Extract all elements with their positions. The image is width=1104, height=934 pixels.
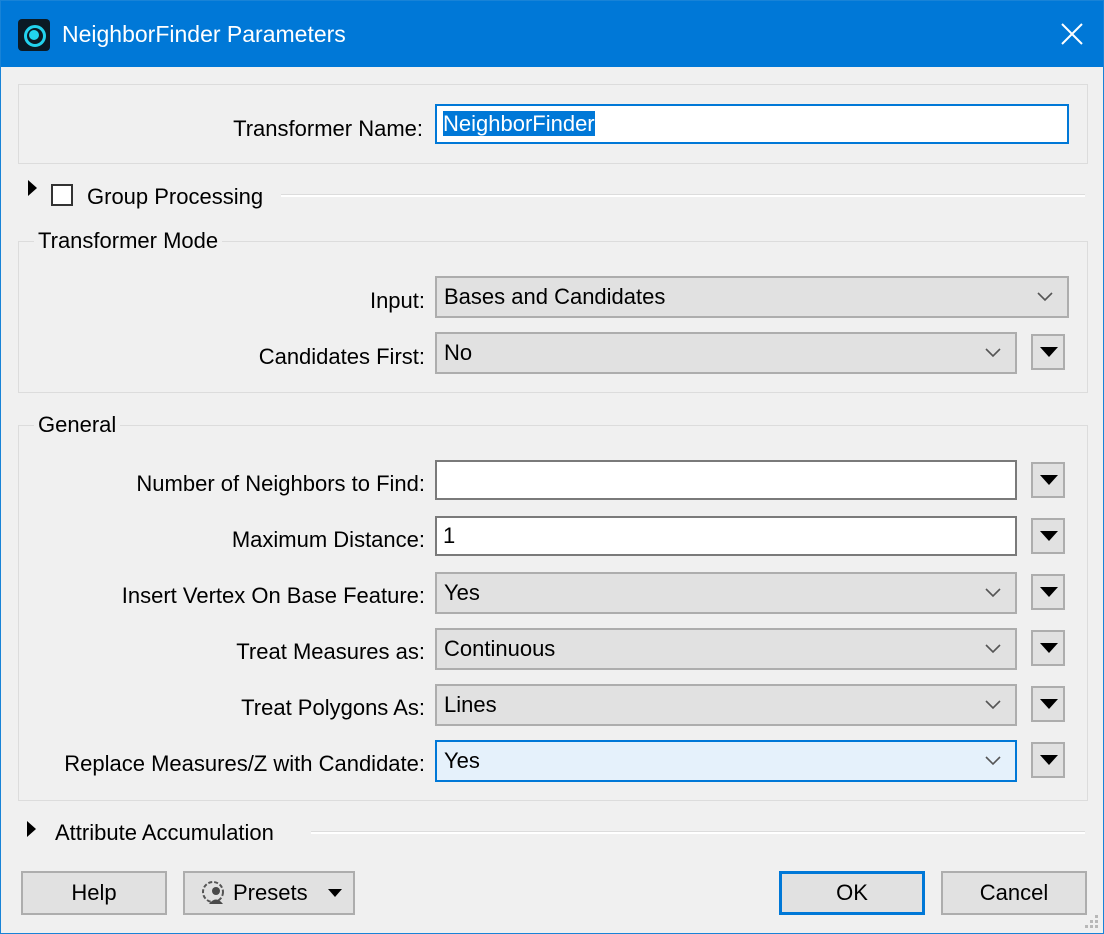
treat-measures-label: Treat Measures as: — [236, 639, 425, 664]
transformer-name-panel: Transformer Name: NeighborFinder — [18, 84, 1088, 164]
general-title: General — [34, 412, 121, 438]
presets-button[interactable]: Presets — [183, 871, 355, 915]
close-button[interactable] — [1041, 1, 1103, 67]
chevron-down-icon — [1037, 292, 1053, 302]
attribute-accumulation-expand-arrow[interactable] — [27, 821, 36, 837]
insert-vertex-value: Yes — [444, 580, 480, 605]
resize-grip[interactable] — [1085, 915, 1099, 929]
number-of-neighbors-menu-button[interactable] — [1031, 462, 1065, 498]
group-processing-label[interactable]: Group Processing — [87, 184, 263, 210]
maximum-distance-label: Maximum Distance: — [231, 527, 425, 552]
chevron-down-icon — [985, 700, 1001, 710]
cancel-button[interactable]: Cancel — [941, 871, 1087, 915]
transformer-mode-group: Input: Bases and Candidates Candidates F… — [18, 241, 1088, 393]
presets-dropdown-arrow-icon — [327, 889, 342, 897]
treat-polygons-menu-button[interactable] — [1031, 686, 1065, 722]
chevron-down-icon — [985, 348, 1001, 358]
replace-measures-value: Yes — [444, 748, 480, 773]
candidates-first-dropdown[interactable]: No — [435, 332, 1017, 374]
input-dropdown[interactable]: Bases and Candidates — [435, 276, 1069, 318]
chevron-down-icon — [985, 756, 1001, 766]
number-of-neighbors-input[interactable] — [435, 460, 1017, 500]
insert-vertex-menu-button[interactable] — [1031, 574, 1065, 610]
triangle-down-icon — [1040, 475, 1058, 485]
group-processing-expand-arrow[interactable] — [28, 180, 37, 196]
attribute-accumulation-separator — [311, 831, 1085, 834]
triangle-down-icon — [1040, 755, 1058, 765]
treat-polygons-value: Lines — [444, 692, 497, 717]
candidates-first-menu-button[interactable] — [1031, 334, 1065, 370]
replace-measures-label: Replace Measures/Z with Candidate: — [64, 751, 425, 776]
transformer-name-label: Transformer Name: — [233, 116, 423, 141]
insert-vertex-label: Insert Vertex On Base Feature: — [121, 583, 425, 608]
insert-vertex-dropdown[interactable]: Yes — [435, 572, 1017, 614]
input-label: Input: — [369, 288, 425, 313]
treat-measures-dropdown[interactable]: Continuous — [435, 628, 1017, 670]
triangle-down-icon — [1040, 699, 1058, 709]
candidates-first-label: Candidates First: — [258, 344, 425, 369]
maximum-distance-menu-button[interactable] — [1031, 518, 1065, 554]
number-of-neighbors-label: Number of Neighbors to Find: — [136, 471, 425, 496]
group-processing-separator — [281, 194, 1085, 197]
gear-user-icon — [202, 881, 224, 904]
cancel-label: Cancel — [979, 880, 1049, 905]
replace-measures-menu-button[interactable] — [1031, 742, 1065, 778]
triangle-down-icon — [1040, 347, 1058, 357]
treat-measures-value: Continuous — [444, 636, 556, 661]
help-button[interactable]: Help — [21, 871, 167, 915]
transformer-name-value: NeighborFinder — [443, 111, 595, 136]
replace-measures-dropdown[interactable]: Yes — [435, 740, 1017, 782]
group-processing-checkbox[interactable] — [51, 184, 73, 206]
transformer-name-input[interactable]: NeighborFinder — [435, 104, 1069, 144]
candidates-first-value: No — [444, 340, 473, 365]
attribute-accumulation-label[interactable]: Attribute Accumulation — [55, 820, 274, 846]
ok-label: OK — [836, 880, 868, 905]
help-label: Help — [71, 880, 117, 905]
triangle-down-icon — [1040, 643, 1058, 653]
treat-measures-menu-button[interactable] — [1031, 630, 1065, 666]
window-title: NeighborFinder Parameters — [62, 21, 346, 47]
treat-polygons-dropdown[interactable]: Lines — [435, 684, 1017, 726]
triangle-down-icon — [1040, 587, 1058, 597]
fme-transformer-icon — [18, 19, 50, 51]
ok-button[interactable]: OK — [779, 871, 925, 915]
chevron-down-icon — [985, 644, 1001, 654]
presets-label: Presets — [233, 880, 308, 905]
chevron-down-icon — [985, 588, 1001, 598]
dialog-window: NeighborFinder Parameters Transformer Na… — [0, 0, 1104, 934]
input-value: Bases and Candidates — [444, 284, 666, 309]
general-group: Number of Neighbors to Find: Maximum Dis… — [18, 425, 1088, 801]
title-bar[interactable]: NeighborFinder Parameters — [1, 1, 1103, 67]
triangle-down-icon — [1040, 531, 1058, 541]
transformer-mode-title: Transformer Mode — [34, 228, 223, 254]
treat-polygons-label: Treat Polygons As: — [241, 695, 425, 720]
maximum-distance-input[interactable]: 1 — [435, 516, 1017, 556]
close-icon — [1061, 23, 1083, 45]
